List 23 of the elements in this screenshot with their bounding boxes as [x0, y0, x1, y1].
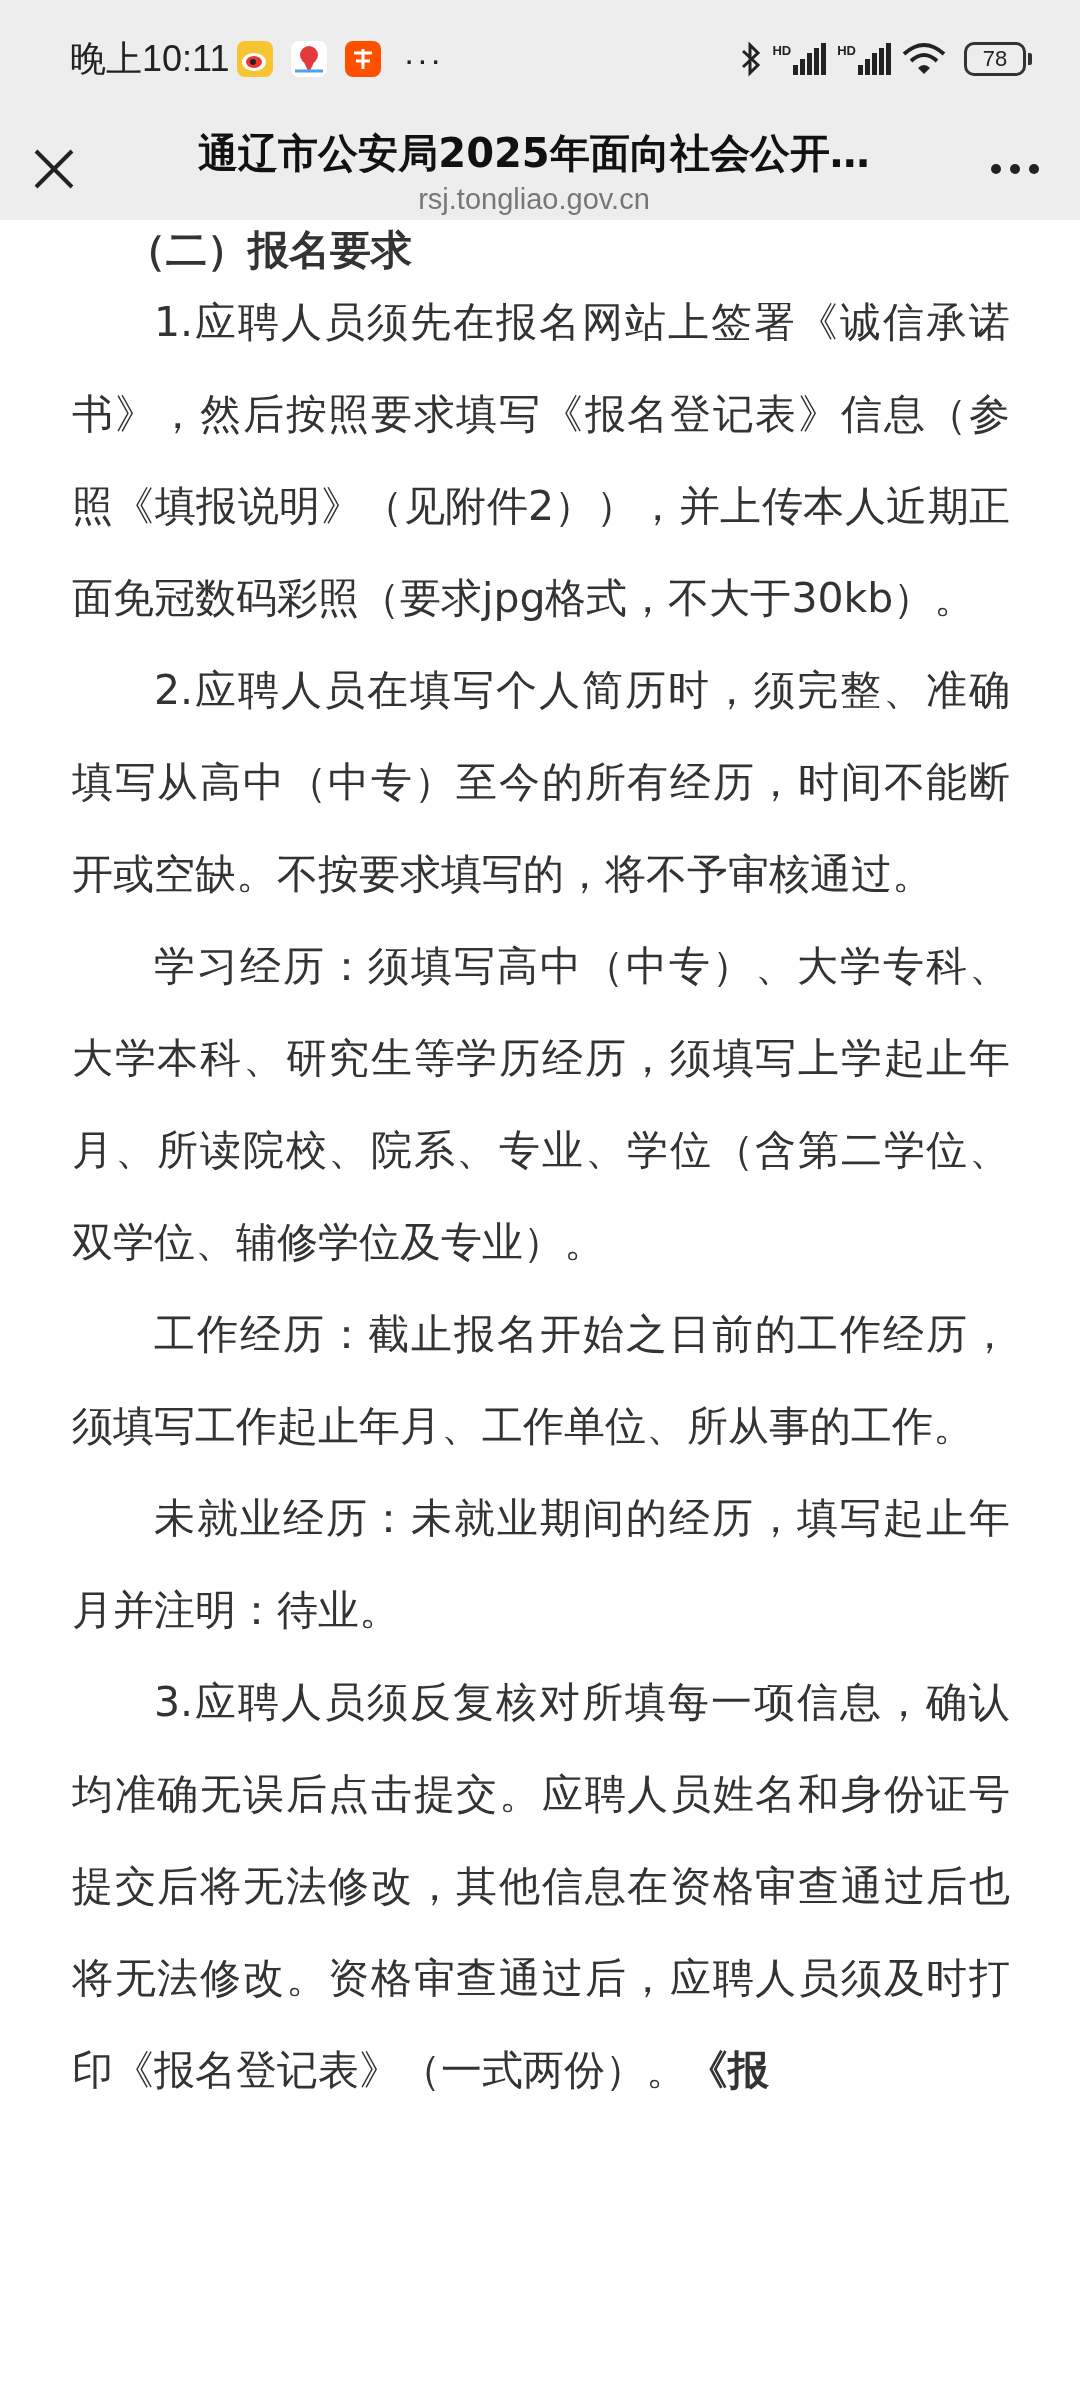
section-heading: （二）报名要求	[124, 225, 414, 276]
clock-time: 晚上10:11	[70, 36, 230, 81]
paragraph: 工作经历：截止报名开始之日前的工作经历，须填写工作起止年月、工作单位、所从事的工作。	[72, 1309, 1010, 1452]
page-url: rsj.tongliao.gov.cn	[418, 183, 650, 216]
shopping-app-icon	[345, 41, 382, 77]
menu-icon	[990, 163, 1040, 175]
paragraph: 3.应聘人员须反复核对所填每一项信息，确认均准确无误后点击提交。应聘人员姓名和身份证号提交后将无法修改，其他信息在资格审查通过后也将无法修改。资格审查通过后，应聘人员须及时打印《报名登记表》（一式两份）。《报	[72, 1677, 1010, 2096]
paragraph: 未就业经历：未就业期间的经历，填写起止年月并注明：待业。	[72, 1493, 1010, 1636]
page-title: 通辽市公安局2025年面向社会公开…	[198, 129, 870, 178]
paragraph: 2.应聘人员在填写个人简历时，须完整、准确填写从高中（中专）至今的所有经历，时间不能断开或空缺。不按要求填写的，将不予审核通过。	[72, 665, 1010, 900]
map-pin-app-icon	[291, 41, 328, 77]
more-notifications: ···	[403, 39, 444, 79]
signal-bars-icon	[793, 43, 828, 75]
bluetooth-icon	[740, 41, 763, 77]
more-button[interactable]	[990, 163, 1040, 175]
signal-bars-icon	[858, 43, 892, 75]
wifi-icon	[902, 42, 946, 76]
hd-label: HD	[837, 43, 856, 58]
battery-level: 78	[964, 42, 1026, 76]
paragraph: 学习经历：须填写高中（中专）、大学专科、大学本科、研究生等学历经历，须填写上学起止年月、所读院校、院系、专业、学位（含第二学位、双学位、辅修学位及专业）。	[72, 941, 1010, 1268]
paragraph: 1.应聘人员须先在报名网站上签署《诚信承诺书》，然后按照要求填写《报名登记表》信息（参照《填报说明》（见附件2）），并上传本人近期正面免冠数码彩照（要求jpg格式，不大于30kb）。	[72, 297, 1010, 624]
eye-app-icon	[237, 41, 274, 77]
hd-label: HD	[772, 43, 792, 58]
